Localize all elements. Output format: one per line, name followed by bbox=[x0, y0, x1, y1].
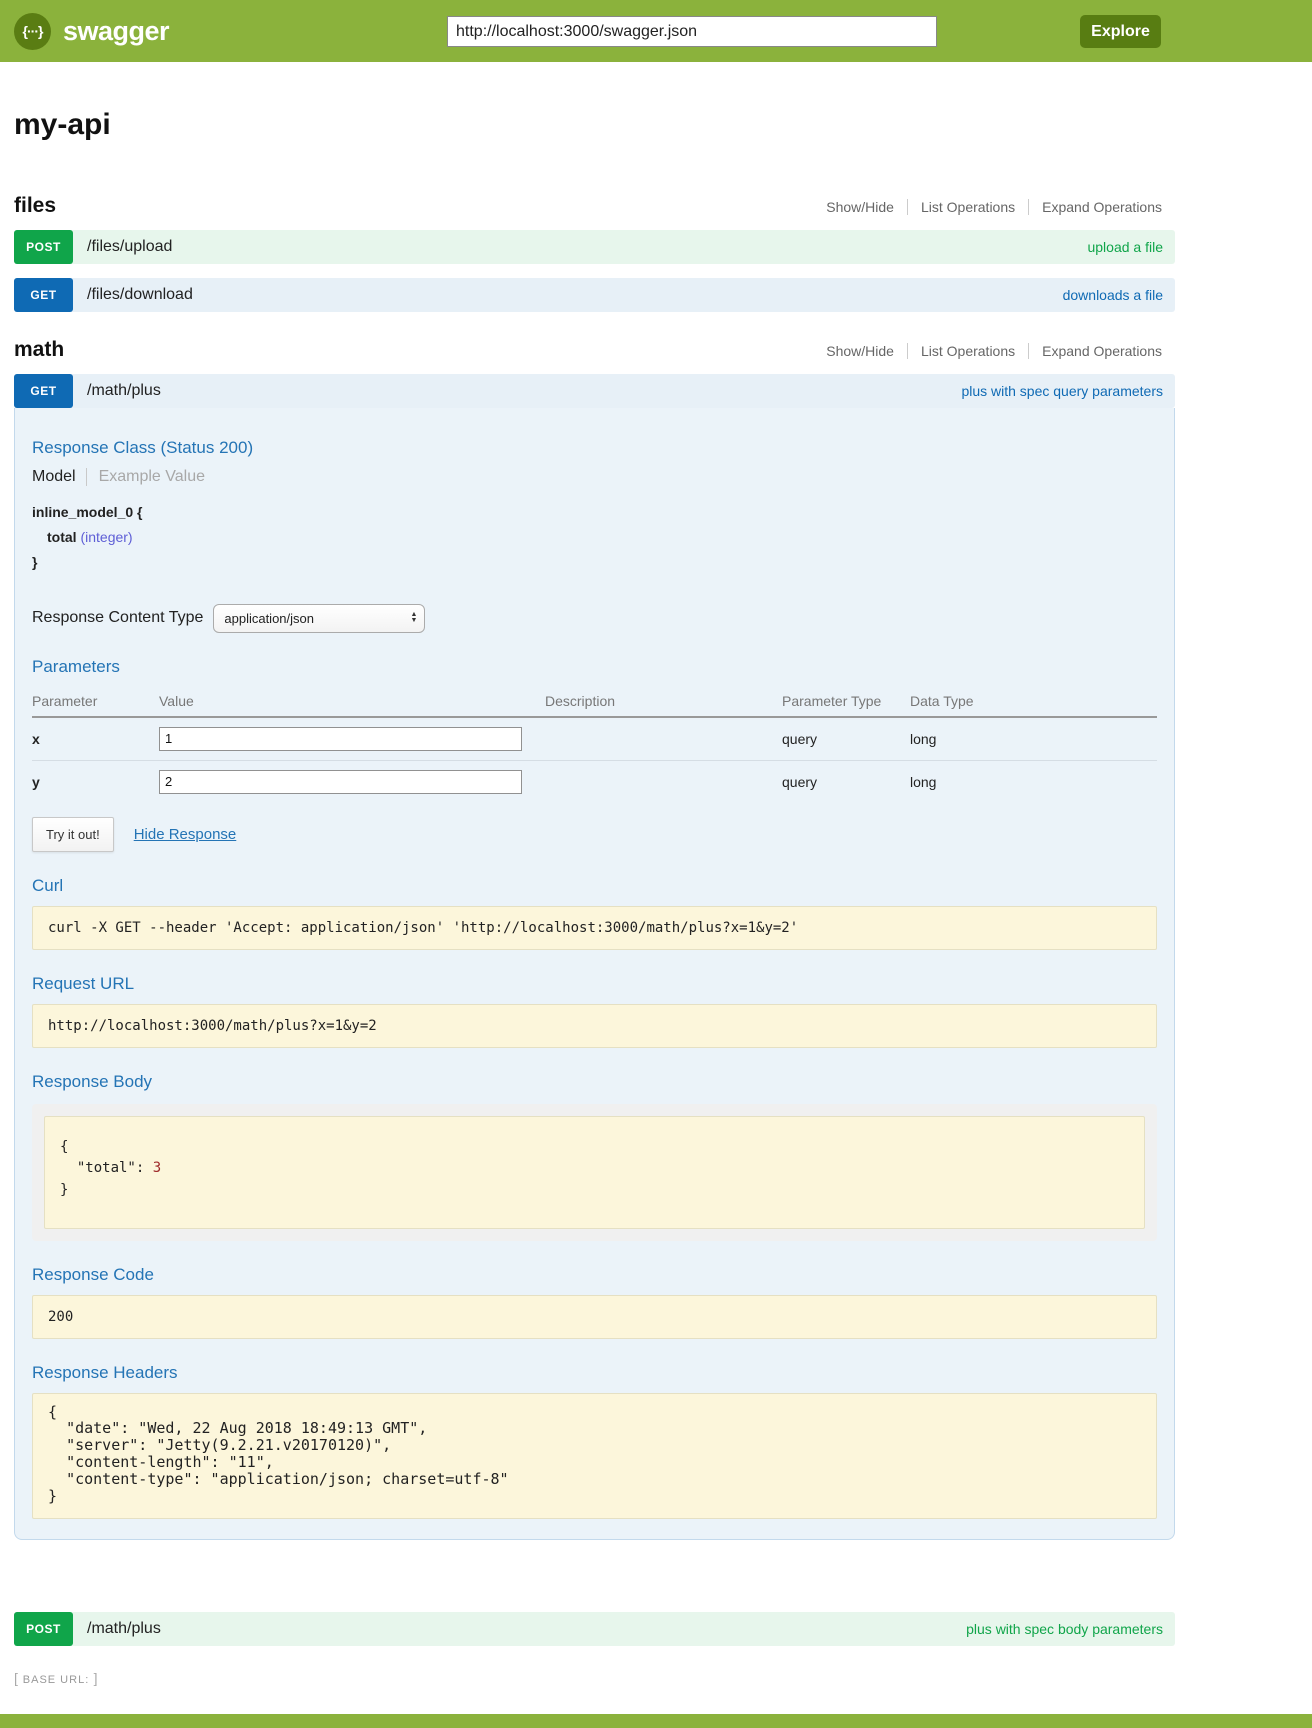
operation-row-get-files-download[interactable]: GET /files/download downloads a file bbox=[14, 278, 1175, 312]
method-badge-post: POST bbox=[14, 1612, 73, 1646]
bracket-close: ] bbox=[94, 1670, 98, 1686]
section-title-math: math bbox=[14, 338, 64, 362]
tab-model[interactable]: Model bbox=[32, 468, 76, 486]
model-signature: inline_model_0 { total (integer) } bbox=[32, 500, 1157, 576]
operation-path: /files/upload bbox=[87, 238, 172, 256]
select-arrows-icon: ▲ ▼ bbox=[410, 612, 417, 624]
parameter-data-type: long bbox=[910, 760, 1157, 803]
explore-button[interactable]: Explore bbox=[1080, 15, 1161, 48]
files-section-links: Show/Hide List Operations Expand Operati… bbox=[813, 199, 1175, 215]
parameter-type: query bbox=[782, 760, 910, 803]
response-code-heading: Response Code bbox=[32, 1265, 1157, 1285]
column-header-parameter: Parameter bbox=[32, 687, 159, 717]
operation-detail-panel: Response Class (Status 200) Model Exampl… bbox=[14, 408, 1175, 1540]
parameter-row-x: x query long bbox=[32, 717, 1157, 761]
brand-title: swagger bbox=[63, 16, 169, 47]
json-key: "total": bbox=[60, 1160, 153, 1176]
response-content-type-value: application/json bbox=[224, 611, 314, 626]
column-header-value: Value bbox=[159, 687, 545, 717]
operation-summary: plus with spec query parameters bbox=[961, 383, 1163, 399]
parameter-description bbox=[545, 760, 782, 803]
top-header: {···} swagger Explore bbox=[0, 0, 1312, 62]
operation-row-post-math-plus[interactable]: POST /math/plus plus with spec body para… bbox=[14, 1612, 1175, 1646]
list-operations-link[interactable]: List Operations bbox=[907, 343, 1028, 359]
column-header-data-type: Data Type bbox=[910, 687, 1157, 717]
model-close-brace: } bbox=[32, 550, 1157, 575]
parameters-heading: Parameters bbox=[32, 657, 1157, 677]
base-url-label: BASE URL: bbox=[23, 1674, 89, 1686]
api-url-input[interactable] bbox=[447, 16, 937, 47]
curl-command-box: curl -X GET --header 'Accept: applicatio… bbox=[32, 906, 1157, 950]
operation-path: /math/plus bbox=[87, 382, 161, 400]
column-header-parameter-type: Parameter Type bbox=[782, 687, 910, 717]
base-url-footer: [ BASE URL: ] bbox=[14, 1670, 1312, 1686]
request-url-heading: Request URL bbox=[32, 974, 1157, 994]
swagger-logo[interactable]: {···} swagger bbox=[14, 0, 169, 62]
json-value: 3 bbox=[153, 1160, 161, 1176]
method-badge-post: POST bbox=[14, 230, 73, 264]
json-close-brace: } bbox=[60, 1182, 68, 1198]
try-it-out-row: Try it out! Hide Response bbox=[32, 817, 1157, 852]
arrow-down-icon: ▼ bbox=[410, 618, 417, 624]
operation-row-post-files-upload[interactable]: POST /files/upload upload a file bbox=[14, 230, 1175, 264]
tab-example-value[interactable]: Example Value bbox=[86, 468, 205, 486]
operation-path: /math/plus bbox=[87, 1620, 161, 1638]
model-field: total (integer) bbox=[32, 525, 1157, 550]
operation-summary: downloads a file bbox=[1063, 287, 1163, 303]
parameter-data-type: long bbox=[910, 717, 1157, 761]
method-badge-get: GET bbox=[14, 278, 73, 312]
response-headers-box: { "date": "Wed, 22 Aug 2018 18:49:13 GMT… bbox=[32, 1393, 1157, 1520]
parameter-y-input[interactable] bbox=[159, 770, 522, 794]
try-it-out-button[interactable]: Try it out! bbox=[32, 817, 114, 852]
operation-path: /files/download bbox=[87, 286, 193, 304]
response-content-type-label: Response Content Type bbox=[32, 609, 203, 627]
operation-summary: upload a file bbox=[1087, 239, 1163, 255]
parameter-row-y: y query long bbox=[32, 760, 1157, 803]
parameter-x-input[interactable] bbox=[159, 727, 522, 751]
expand-operations-link[interactable]: Expand Operations bbox=[1028, 199, 1175, 215]
operation-row-get-math-plus[interactable]: GET /math/plus plus with spec query para… bbox=[14, 374, 1175, 408]
model-field-type: (integer) bbox=[80, 529, 132, 545]
operation-get-math-plus: GET /math/plus plus with spec query para… bbox=[14, 374, 1175, 1540]
math-section-links: Show/Hide List Operations Expand Operati… bbox=[813, 343, 1175, 359]
operation-summary: plus with spec body parameters bbox=[966, 1621, 1163, 1637]
model-field-name: total bbox=[47, 529, 77, 545]
swagger-braces-glyph: {···} bbox=[23, 23, 43, 39]
parameter-description bbox=[545, 717, 782, 761]
method-badge-get: GET bbox=[14, 374, 73, 408]
parameter-name: y bbox=[32, 760, 159, 803]
json-open-brace: { bbox=[60, 1139, 68, 1155]
response-body-box: { "total": 3 } bbox=[44, 1116, 1145, 1229]
response-body-heading: Response Body bbox=[32, 1072, 1157, 1092]
files-section-header: files Show/Hide List Operations Expand O… bbox=[14, 194, 1175, 218]
response-headers-heading: Response Headers bbox=[32, 1363, 1157, 1383]
expand-operations-link[interactable]: Expand Operations bbox=[1028, 343, 1175, 359]
list-operations-link[interactable]: List Operations bbox=[907, 199, 1028, 215]
bottom-green-bar bbox=[0, 1714, 1312, 1728]
model-tabs: Model Example Value bbox=[32, 468, 1157, 486]
page-title: my-api bbox=[14, 108, 1175, 142]
hide-response-link[interactable]: Hide Response bbox=[134, 826, 237, 843]
parameter-type: query bbox=[782, 717, 910, 761]
section-title-files: files bbox=[14, 194, 56, 218]
column-header-description: Description bbox=[545, 687, 782, 717]
show-hide-link[interactable]: Show/Hide bbox=[813, 343, 907, 359]
curl-heading: Curl bbox=[32, 876, 1157, 896]
main-content: my-api files Show/Hide List Operations E… bbox=[14, 108, 1175, 1646]
swagger-braces-icon: {···} bbox=[14, 13, 51, 50]
show-hide-link[interactable]: Show/Hide bbox=[813, 199, 907, 215]
response-code-box: 200 bbox=[32, 1295, 1157, 1339]
response-content-type-select[interactable]: application/json ▲ ▼ bbox=[213, 604, 425, 633]
parameters-table-header-row: Parameter Value Description Parameter Ty… bbox=[32, 687, 1157, 717]
request-url-box: http://localhost:3000/math/plus?x=1&y=2 bbox=[32, 1004, 1157, 1048]
response-body-container: { "total": 3 } bbox=[32, 1104, 1157, 1241]
math-section-header: math Show/Hide List Operations Expand Op… bbox=[14, 338, 1175, 362]
parameters-table: Parameter Value Description Parameter Ty… bbox=[32, 687, 1157, 803]
response-content-type-row: Response Content Type application/json ▲… bbox=[32, 604, 1157, 633]
response-class-heading: Response Class (Status 200) bbox=[32, 438, 1157, 458]
model-name: inline_model_0 { bbox=[32, 500, 1157, 525]
bracket-open: [ bbox=[14, 1670, 18, 1686]
parameter-name: x bbox=[32, 717, 159, 761]
